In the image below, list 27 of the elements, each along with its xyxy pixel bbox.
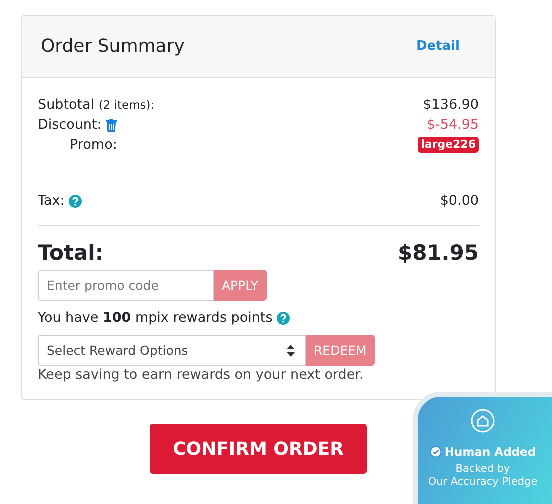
rewards-points-text: You have 100 mpix rewards points (38, 310, 273, 326)
tax-label: Tax: (38, 192, 65, 211)
sort-caret-icon (287, 344, 295, 356)
discount-value: $-54.95 (426, 116, 479, 135)
subtotal-value: $136.90 (423, 96, 479, 115)
confirm-order-button[interactable]: CONFIRM ORDER (150, 424, 367, 474)
apply-button[interactable]: APPLY (214, 270, 267, 301)
help-icon[interactable] (68, 194, 82, 208)
badge-subtitle: Backed by Our Accuracy Pledge (427, 463, 539, 489)
reward-options-select[interactable]: Select Reward Options (38, 335, 306, 366)
badge-title: Human Added (444, 445, 536, 459)
subtotal-label: Subtotal (2 items): (38, 96, 155, 115)
total-value: $81.95 (398, 240, 479, 267)
rewards-note: Keep saving to earn rewards on your next order. (38, 367, 365, 383)
help-icon[interactable] (276, 312, 290, 324)
discount-label: Discount: (38, 116, 102, 135)
promo-code-badge: large226 (418, 137, 479, 153)
promo-code-field[interactable]: Enter promo code (38, 270, 214, 301)
card-title: Order Summary (41, 36, 185, 57)
tax-value: $0.00 (440, 192, 479, 211)
home-icon (471, 409, 495, 433)
check-icon (430, 446, 442, 458)
redeem-button[interactable]: REDEEM (306, 335, 375, 366)
promo-label: Promo: (69, 136, 118, 155)
total-label: Total: (38, 240, 104, 267)
trash-icon[interactable] (106, 118, 117, 132)
detail-link[interactable]: Detail (416, 39, 460, 54)
